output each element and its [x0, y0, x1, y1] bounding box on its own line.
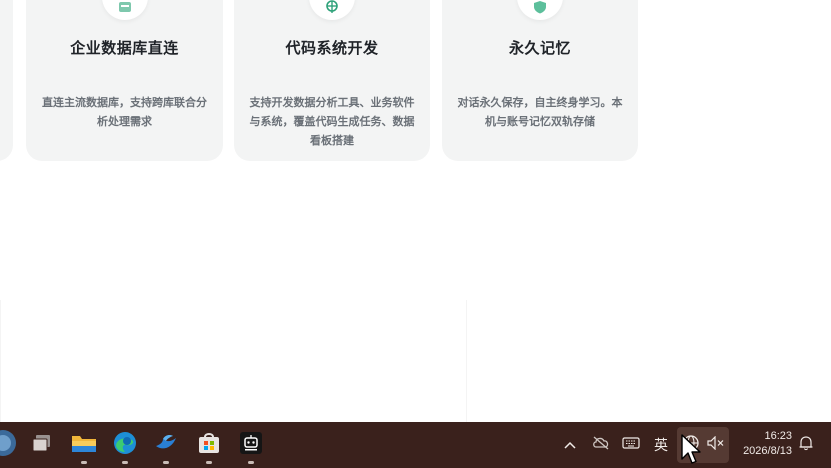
database-icon: [101, 0, 148, 20]
running-indicator: [163, 461, 169, 464]
file-explorer-button[interactable]: [67, 428, 101, 464]
feature-description: 支持开发数据分析工具、业务软件与系统，覆盖代码生成任务、数据看板搭建: [249, 96, 415, 147]
notifications-button[interactable]: [796, 433, 816, 457]
edge-browser-icon: [112, 430, 138, 460]
feature-description: 直连主流数据库，支持跨库联合分析处理需求: [42, 96, 207, 128]
robot-app-icon: [239, 431, 263, 459]
running-indicator: [248, 461, 254, 464]
feature-card-code: 代码系统开发 支持开发数据分析工具、业务软件与系统，覆盖代码生成任务、数据看板搭…: [234, 0, 430, 161]
clock-time: 16:23: [764, 430, 792, 442]
folder-icon: [71, 432, 97, 458]
show-hidden-icons-button[interactable]: [562, 433, 578, 457]
keyboard-icon: [622, 437, 640, 453]
cloud-off-icon: [592, 436, 610, 454]
volume-muted-icon: [706, 435, 724, 454]
clock-date: 2026/8/13: [743, 445, 792, 457]
task-view-button[interactable]: [25, 428, 59, 462]
sync-status-button[interactable]: [590, 433, 612, 457]
running-indicator: [122, 461, 128, 464]
chevron-up-icon: [564, 437, 576, 453]
touch-keyboard-button[interactable]: [620, 433, 642, 457]
bell-icon: [798, 435, 814, 455]
feature-card-memory: 永久记忆 对话永久保存，自主终身学习。本机与账号记忆双轨存储: [442, 0, 638, 161]
bird-app-button[interactable]: [149, 428, 183, 464]
clock-button[interactable]: 16:23 2026/8/13: [736, 429, 792, 459]
edge-browser-button[interactable]: [108, 428, 142, 464]
feature-title: 企业数据库直连: [70, 39, 179, 57]
running-indicator: [81, 461, 87, 464]
task-view-icon: [31, 432, 53, 458]
ime-label: 英: [654, 438, 668, 454]
ms-store-button[interactable]: [192, 428, 226, 464]
windows-taskbar: 英 16:23 2026/8/13: [0, 422, 831, 468]
feature-card-database: 企业数据库直连 直连主流数据库，支持跨库联合分析处理需求: [26, 0, 223, 161]
input-method-button[interactable]: 英: [650, 433, 672, 457]
feature-card-partial: [0, 0, 13, 161]
feature-description: 对话永久保存，自主终身学习。本机与账号记忆双轨存储: [457, 96, 623, 128]
volume-button[interactable]: [704, 433, 726, 457]
mouse-pointer-icon: [681, 434, 701, 464]
feature-title: 代码系统开发: [285, 39, 379, 57]
bird-app-icon: [153, 430, 179, 460]
section-divider: [0, 300, 1, 422]
start-button[interactable]: [0, 428, 20, 462]
running-indicator: [206, 461, 212, 464]
shield-memory-icon: [517, 0, 563, 20]
feature-title: 永久记忆: [508, 39, 571, 57]
section-divider: [466, 300, 467, 422]
code-globe-icon: [309, 0, 355, 20]
ai-agent-button[interactable]: [234, 428, 268, 464]
store-icon: [197, 431, 221, 459]
main-content: 企业数据库直连 直连主流数据库，支持跨库联合分析处理需求 代码系统开发 支持开发…: [0, 0, 831, 422]
windows-logo-icon: [0, 428, 18, 462]
